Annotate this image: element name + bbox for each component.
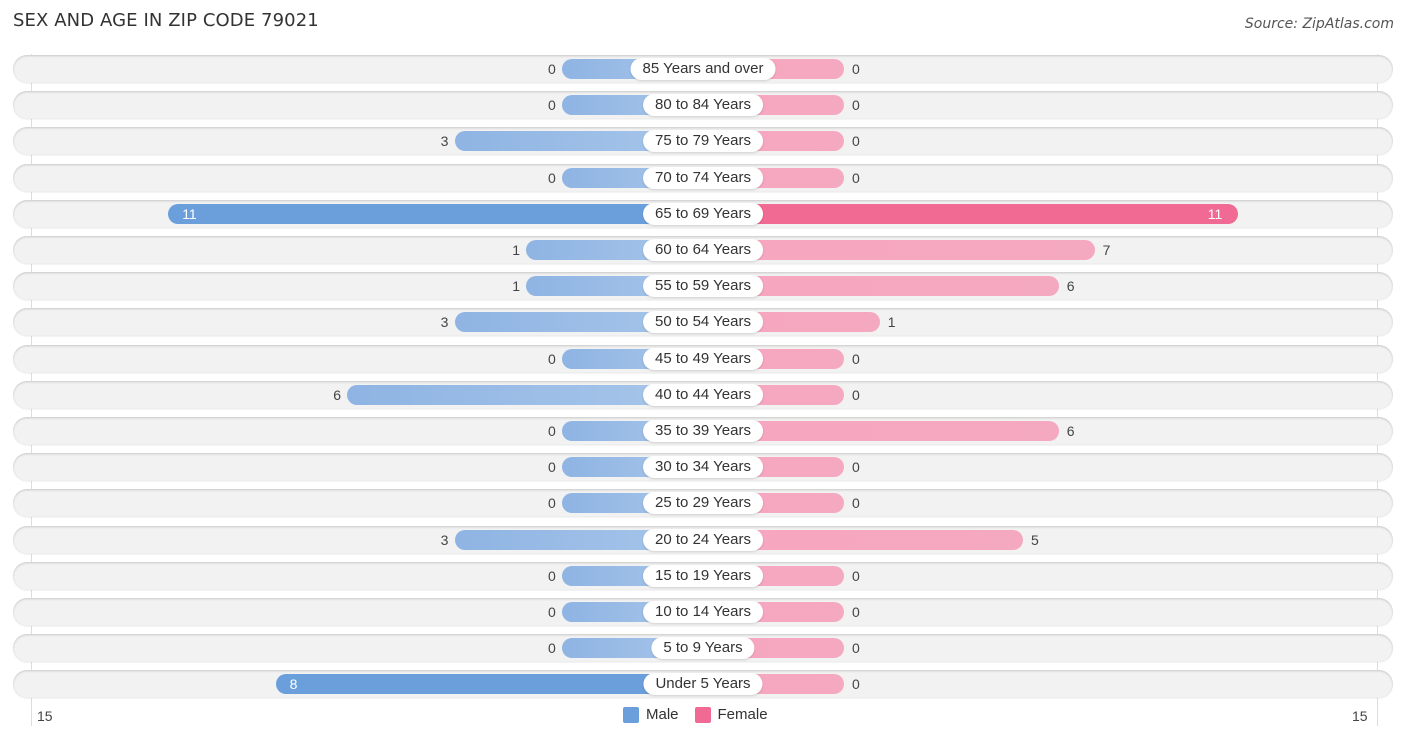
axis-tick-left: 15: [37, 708, 53, 724]
category-label: 85 Years and over: [630, 58, 776, 80]
value-label-male: 0: [548, 640, 556, 656]
category-label: 70 to 74 Years: [643, 167, 763, 189]
category-label: 35 to 39 Years: [643, 420, 763, 442]
value-label-female: 0: [852, 351, 860, 367]
value-label-female: 0: [852, 495, 860, 511]
value-label-male: 3: [440, 314, 449, 330]
value-label-female: 11: [1207, 206, 1223, 222]
chart-row: 1 7 60 to 64 Years: [13, 236, 1393, 264]
value-label-male: 0: [548, 351, 556, 367]
bar-female[interactable]: [703, 204, 1238, 224]
value-label-male: 0: [548, 423, 556, 439]
chart-row: 0 0 15 to 19 Years: [13, 562, 1393, 590]
chart-rows: 0 0 85 Years and over 0 0 80 to 84 Years 3 0 75 …: [0, 0, 1406, 740]
value-label-male: 11: [182, 206, 197, 222]
category-label: 5 to 9 Years: [651, 637, 755, 659]
category-label: 50 to 54 Years: [643, 311, 763, 333]
chart-row: 0 0 80 to 84 Years: [13, 91, 1393, 119]
value-label-male: 0: [548, 568, 556, 584]
chart-row: 0 0 5 to 9 Years: [13, 634, 1393, 662]
axis-tick-right: 15: [1352, 708, 1368, 724]
legend-swatch-male: [623, 706, 639, 723]
category-label: 60 to 64 Years: [643, 239, 763, 261]
legend: Male Female: [623, 706, 784, 723]
value-label-female: 1: [887, 314, 896, 330]
value-label-female: 0: [852, 676, 860, 692]
chart-row: 0 0 30 to 34 Years: [13, 453, 1393, 481]
chart-row: 0 0 25 to 29 Years: [13, 489, 1393, 517]
bar-male[interactable]: [168, 204, 703, 224]
value-label-male: 0: [548, 495, 556, 511]
chart-row: 0 0 85 Years and over: [13, 55, 1393, 83]
category-label: 45 to 49 Years: [643, 348, 763, 370]
value-label-female: 0: [852, 459, 860, 475]
legend-label-male: Male: [646, 706, 679, 723]
chart-row: 6 0 40 to 44 Years: [13, 381, 1393, 409]
legend-item-female[interactable]: Female: [694, 706, 768, 723]
value-label-male: 0: [548, 604, 556, 620]
value-label-female: 0: [852, 604, 860, 620]
value-label-female: 7: [1102, 242, 1111, 258]
chart-row: 0 6 35 to 39 Years: [13, 417, 1393, 445]
value-label-female: 6: [1066, 278, 1075, 294]
value-label-male: 0: [548, 61, 556, 77]
value-label-male: 3: [440, 532, 449, 548]
chart-row: 0 0 45 to 49 Years: [13, 345, 1393, 373]
category-label: 75 to 79 Years: [643, 130, 763, 152]
category-label: 40 to 44 Years: [643, 384, 763, 406]
value-label-female: 0: [852, 97, 860, 113]
chart-row: 3 0 75 to 79 Years: [13, 127, 1393, 155]
category-label: 65 to 69 Years: [643, 203, 763, 225]
value-label-female: 0: [852, 640, 860, 656]
value-label-male: 1: [512, 242, 520, 258]
category-label: 25 to 29 Years: [643, 492, 763, 514]
value-label-female: 0: [852, 133, 860, 149]
value-label-male: 8: [289, 676, 298, 692]
value-label-female: 0: [852, 568, 860, 584]
value-label-female: 5: [1031, 532, 1039, 548]
value-label-male: 6: [333, 387, 341, 403]
value-label-male: 0: [548, 459, 556, 475]
category-label: 55 to 59 Years: [643, 275, 763, 297]
value-label-female: 6: [1066, 423, 1075, 439]
chart-row: 0 0 10 to 14 Years: [13, 598, 1393, 626]
value-label-male: 1: [512, 278, 520, 294]
value-label-female: 0: [852, 170, 860, 186]
category-label: 10 to 14 Years: [643, 601, 763, 623]
chart-row: 11 11 65 to 69 Years: [13, 200, 1393, 228]
category-label: 30 to 34 Years: [643, 456, 763, 478]
category-label: 15 to 19 Years: [643, 565, 763, 587]
chart-row: 3 1 50 to 54 Years: [13, 308, 1393, 336]
category-label: 20 to 24 Years: [643, 529, 763, 551]
bar-male[interactable]: [275, 674, 703, 694]
value-label-male: 0: [548, 170, 556, 186]
value-label-male: 3: [440, 133, 449, 149]
value-label-female: 0: [852, 61, 860, 77]
value-label-female: 0: [852, 387, 860, 403]
value-label-male: 0: [548, 97, 556, 113]
legend-item-male[interactable]: Male: [623, 706, 679, 723]
chart-row: 1 6 55 to 59 Years: [13, 272, 1393, 300]
legend-swatch-female: [694, 706, 711, 723]
legend-label-female: Female: [717, 706, 768, 723]
chart-row: 3 5 20 to 24 Years: [13, 526, 1393, 554]
category-label: 80 to 84 Years: [643, 94, 763, 116]
chart-row: 0 0 70 to 74 Years: [13, 164, 1393, 192]
chart-row: 8 0 Under 5 Years: [13, 670, 1393, 698]
category-label: Under 5 Years: [643, 673, 763, 695]
